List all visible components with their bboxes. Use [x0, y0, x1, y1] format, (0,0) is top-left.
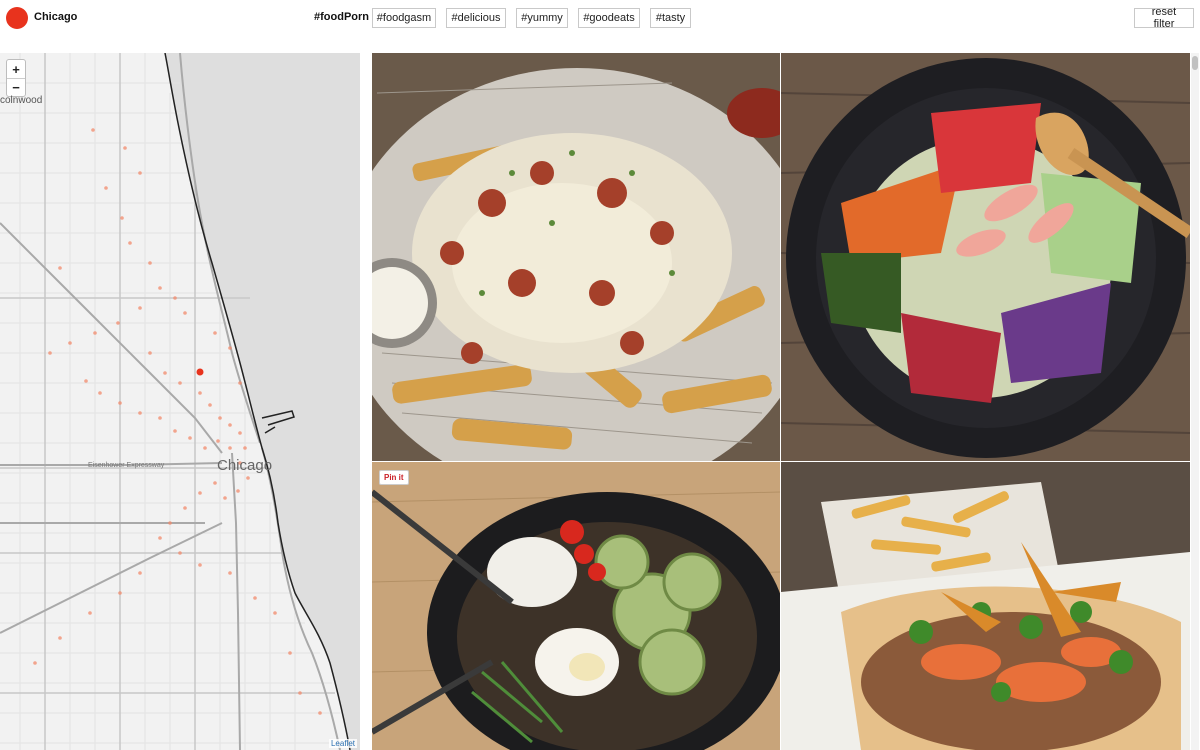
tag-button-goodeats[interactable]: #goodeats	[578, 8, 640, 28]
scrollbar-thumb[interactable]	[1192, 56, 1198, 70]
photo-taco-fries[interactable]	[781, 462, 1190, 750]
top-bar: Chicago #foodPorn #foodgasm #delicious #…	[0, 0, 1200, 36]
photo-loaded-fries[interactable]	[372, 53, 780, 461]
active-hashtag[interactable]: #foodPorn	[314, 11, 369, 23]
photo-poke-bowl[interactable]	[781, 53, 1190, 461]
map-panel[interactable]: + − colnwood Eisenhower Expressway Chica…	[0, 53, 360, 750]
map-label-city: Chicago	[217, 457, 273, 474]
map-canvas[interactable]	[0, 53, 360, 750]
map-attribution-link[interactable]: Leaflet	[328, 739, 357, 748]
tag-button-tasty[interactable]: #tasty	[650, 8, 691, 28]
photo-grid: Pin it	[372, 53, 1190, 750]
map-label-neighborhood: colnwood	[0, 95, 43, 106]
city-name: Chicago	[34, 11, 78, 23]
zoom-control: + −	[6, 59, 26, 97]
tag-button-yummy[interactable]: #yummy	[516, 8, 568, 28]
photo-rice-bowl[interactable]: Pin it	[372, 462, 780, 750]
scrollbar[interactable]	[1191, 53, 1199, 750]
pin-it-button[interactable]: Pin it	[379, 470, 409, 485]
reset-filter-button[interactable]: reset filter	[1134, 6, 1194, 30]
zoom-out-button[interactable]: −	[7, 78, 25, 96]
map-label-expressway: Eisenhower Expressway	[88, 462, 165, 469]
tag-button-foodgasm[interactable]: #foodgasm	[372, 8, 436, 28]
selected-post-marker	[196, 368, 204, 376]
city-logo-dot	[6, 7, 28, 29]
zoom-in-button[interactable]: +	[7, 60, 25, 79]
tag-button-delicious[interactable]: #delicious	[446, 8, 506, 28]
